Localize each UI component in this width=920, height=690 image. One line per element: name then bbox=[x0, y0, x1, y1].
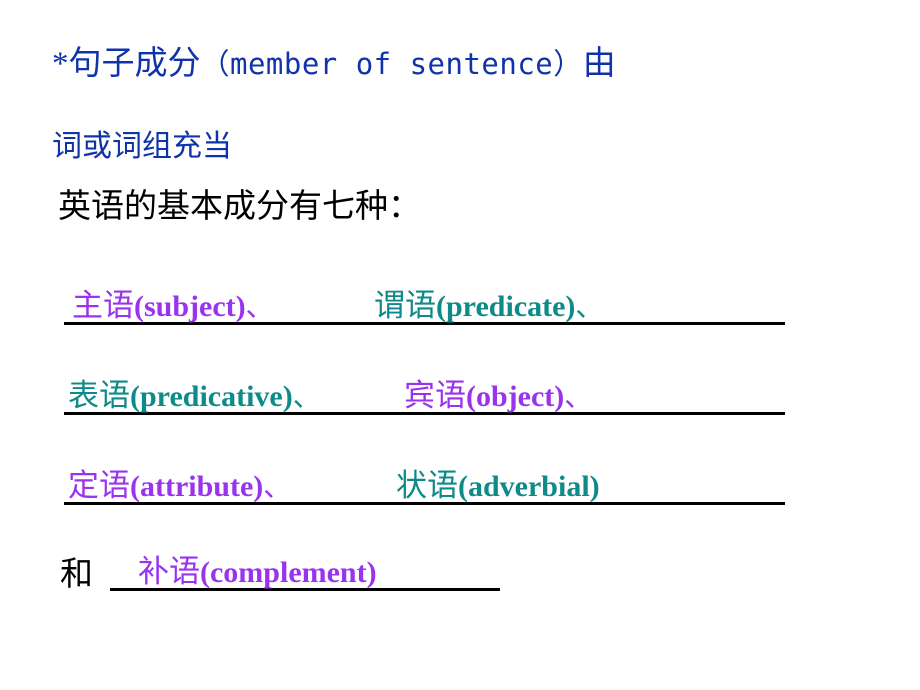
term-predicative-sep: 、 bbox=[292, 382, 321, 413]
list-row: 和 补语(complement) bbox=[0, 538, 920, 596]
term-predicative-en: (predicative) bbox=[130, 380, 293, 413]
term-adverbial: 状语(adverbial) bbox=[396, 470, 600, 502]
term-predicate-en: (predicate) bbox=[436, 290, 576, 323]
term-attribute-en: (attribute) bbox=[130, 470, 264, 503]
term-subject-cn: 主语 bbox=[72, 288, 134, 323]
list-row: 主语(subject)、 谓语(predicate)、 bbox=[0, 272, 920, 330]
term-attribute-sep: 、 bbox=[263, 472, 292, 503]
list-row: 定语(attribute)、 状语(adverbial) bbox=[0, 452, 920, 510]
term-complement: 补语(complement) bbox=[138, 556, 377, 588]
conjunction-he: 和 bbox=[60, 557, 93, 593]
term-subject-sep: 、 bbox=[245, 292, 274, 323]
term-object-en: (object) bbox=[466, 380, 565, 413]
term-attribute: 定语(attribute)、 bbox=[68, 470, 291, 502]
term-object-cn: 宾语 bbox=[404, 378, 466, 413]
sentence-members-list: 主语(subject)、 谓语(predicate)、 表语(predicati… bbox=[0, 0, 920, 690]
term-predicate: 谓语(predicate)、 bbox=[374, 290, 603, 322]
term-predicative-cn: 表语 bbox=[68, 378, 130, 413]
term-complement-en: (complement) bbox=[200, 556, 377, 589]
term-predicative: 表语(predicative)、 bbox=[68, 380, 321, 412]
term-predicate-sep: 、 bbox=[575, 292, 604, 323]
list-row: 表语(predicative)、 宾语(object)、 bbox=[0, 362, 920, 420]
term-predicate-cn: 谓语 bbox=[374, 288, 436, 323]
term-adverbial-cn: 状语 bbox=[396, 468, 458, 503]
term-object-sep: 、 bbox=[564, 382, 593, 413]
term-object: 宾语(object)、 bbox=[404, 380, 592, 412]
term-complement-cn: 补语 bbox=[138, 554, 200, 589]
term-adverbial-en: (adverbial) bbox=[458, 470, 600, 503]
term-attribute-cn: 定语 bbox=[68, 468, 130, 503]
term-subject-en: (subject) bbox=[134, 290, 246, 323]
term-subject: 主语(subject)、 bbox=[72, 290, 274, 322]
